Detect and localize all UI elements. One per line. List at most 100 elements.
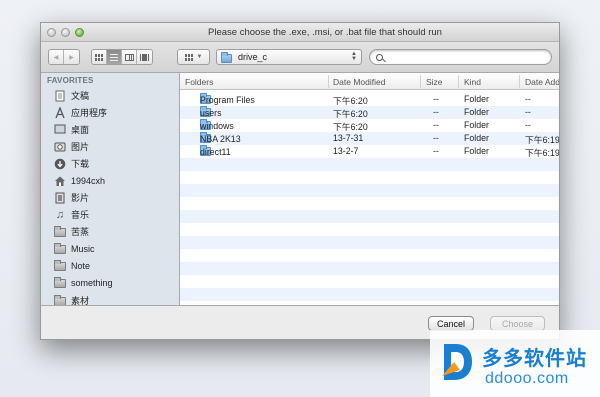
forward-button[interactable]: ▶ <box>64 50 79 64</box>
date-added-cell: -- <box>525 120 531 130</box>
kind-cell: Folder <box>464 133 489 143</box>
desktop-icon <box>53 124 67 135</box>
sidebar-item-desktop[interactable]: 桌面 <box>53 121 177 138</box>
sidebar-item-label: 影片 <box>71 193 90 203</box>
column-kind[interactable]: Kind <box>464 77 481 87</box>
path-label: drive_c <box>238 52 268 62</box>
date-added-cell: -- <box>525 107 531 117</box>
applications-icon <box>53 106 67 119</box>
kind-cell: Folder <box>464 120 489 130</box>
sidebar-item-label: 苦蒸 <box>71 227 90 237</box>
table-row[interactable]: Program Files 下午6:20 -- Folder -- <box>180 93 559 106</box>
empty-row <box>180 262 559 275</box>
sidebar-item-something[interactable]: something <box>53 274 177 291</box>
list-view-button[interactable] <box>107 50 122 64</box>
arrange-button[interactable]: ▼ <box>177 49 210 65</box>
file-browser: Folders Date Modified Size Kind Date Add… <box>180 73 559 305</box>
back-forward-buttons: ◀ ▶ <box>48 49 80 65</box>
watermark-en-text: ddooo.com <box>485 370 569 387</box>
forward-arrow-icon: ▶ <box>69 54 74 61</box>
table-row[interactable]: direct11 13-2-7 -- Folder 下午6:19 <box>180 145 559 158</box>
sidebar-item-label: 桌面 <box>71 125 90 135</box>
size-cell: -- <box>433 94 439 104</box>
sidebar-item-movies[interactable]: 影片 <box>53 189 177 206</box>
column-divider[interactable] <box>328 75 329 88</box>
sidebar-item-folder-1[interactable]: 苦蒸 <box>53 223 177 240</box>
column-date-added[interactable]: Date Add <box>525 77 559 87</box>
file-name: windows <box>200 121 234 131</box>
sidebar-item-label: Music <box>71 243 95 254</box>
sidebar-item-label: 下载 <box>71 159 90 169</box>
column-divider[interactable] <box>519 75 520 88</box>
column-view-button[interactable] <box>122 50 137 64</box>
column-date-modified[interactable]: Date Modified <box>333 77 385 87</box>
sidebar-item-materials[interactable]: 素材 <box>53 292 177 305</box>
file-name: Program Files <box>200 95 255 105</box>
file-name: direct11 <box>200 147 231 157</box>
empty-row <box>180 184 559 197</box>
kind-cell: Folder <box>464 107 489 117</box>
coverflow-view-button[interactable] <box>137 50 152 64</box>
back-button[interactable]: ◀ <box>49 50 64 64</box>
choose-button[interactable]: Choose <box>490 316 545 331</box>
column-divider[interactable] <box>458 75 459 88</box>
empty-row <box>180 158 559 171</box>
window-title: Please choose the .exe, .msi, or .bat fi… <box>208 27 442 38</box>
kind-cell: Folder <box>464 94 489 104</box>
empty-row <box>180 236 559 249</box>
search-field[interactable] <box>369 49 552 65</box>
folder-icon <box>53 226 67 237</box>
size-cell: -- <box>433 120 439 130</box>
search-input[interactable] <box>389 52 539 62</box>
sidebar-item-label: 素材 <box>71 296 90 305</box>
column-folders[interactable]: Folders <box>185 77 213 87</box>
icon-view-button[interactable] <box>92 50 107 64</box>
empty-row <box>180 288 559 301</box>
sidebar-item-home[interactable]: 1994cxh <box>53 172 177 189</box>
kind-cell: Folder <box>464 146 489 156</box>
column-view-icon <box>124 53 134 61</box>
watermark-logo: 多多软件站 ddooo.com <box>430 330 600 397</box>
table-row[interactable]: windows 下午6:20 -- Folder -- <box>180 119 559 132</box>
folder-icon <box>53 243 67 254</box>
back-arrow-icon: ◀ <box>53 54 59 61</box>
view-mode-buttons <box>91 49 153 65</box>
empty-row <box>180 223 559 236</box>
file-name: NBA 2K13 <box>200 134 241 144</box>
empty-row <box>180 275 559 288</box>
coverflow-view-icon <box>140 53 149 61</box>
cancel-button[interactable]: Cancel <box>428 316 474 331</box>
icon-view-icon <box>95 53 103 61</box>
sidebar-item-documents[interactable]: 文稿 <box>53 87 177 104</box>
column-divider[interactable] <box>420 75 421 88</box>
sidebar-item-label: 1994cxh <box>71 175 106 186</box>
folder-icon <box>53 277 67 288</box>
home-icon <box>53 175 67 187</box>
sidebar-item-music-folder[interactable]: Music <box>53 240 177 257</box>
sidebar-item-downloads[interactable]: 下载 <box>53 155 177 172</box>
pictures-icon <box>53 141 67 152</box>
sidebar-header-favorites: FAVORITES <box>47 76 94 85</box>
sidebar-item-note[interactable]: Note <box>53 257 177 274</box>
folder-icon <box>53 260 67 271</box>
movies-icon <box>53 192 67 204</box>
date-modified-cell: 13-2-7 <box>333 146 359 156</box>
chevron-down-icon: ▼ <box>196 54 203 60</box>
empty-row <box>180 210 559 223</box>
size-cell: -- <box>433 107 439 117</box>
empty-row <box>180 197 559 210</box>
column-size[interactable]: Size <box>426 77 443 87</box>
path-popup[interactable]: drive_c ▲ ▼ <box>216 49 362 65</box>
toolbar: ◀ ▶ ▼ drive_c ▲ ▼ <box>41 42 559 73</box>
list-view-icon <box>110 53 118 61</box>
watermark-cn-text: 多多软件站 <box>482 346 587 370</box>
sidebar-item-label: 应用程序 <box>71 108 108 118</box>
empty-row <box>180 249 559 262</box>
sidebar-item-pictures[interactable]: 图片 <box>53 138 177 155</box>
table-row[interactable]: NBA 2K13 13-7-31 -- Folder 下午6:19 <box>180 132 559 145</box>
sidebar-item-music[interactable]: ♫ 音乐 <box>53 206 177 223</box>
table-row[interactable]: users 下午6:20 -- Folder -- <box>180 106 559 119</box>
sidebar-item-applications[interactable]: 应用程序 <box>53 104 177 121</box>
file-name: users <box>200 108 222 118</box>
downloads-icon <box>53 158 67 170</box>
